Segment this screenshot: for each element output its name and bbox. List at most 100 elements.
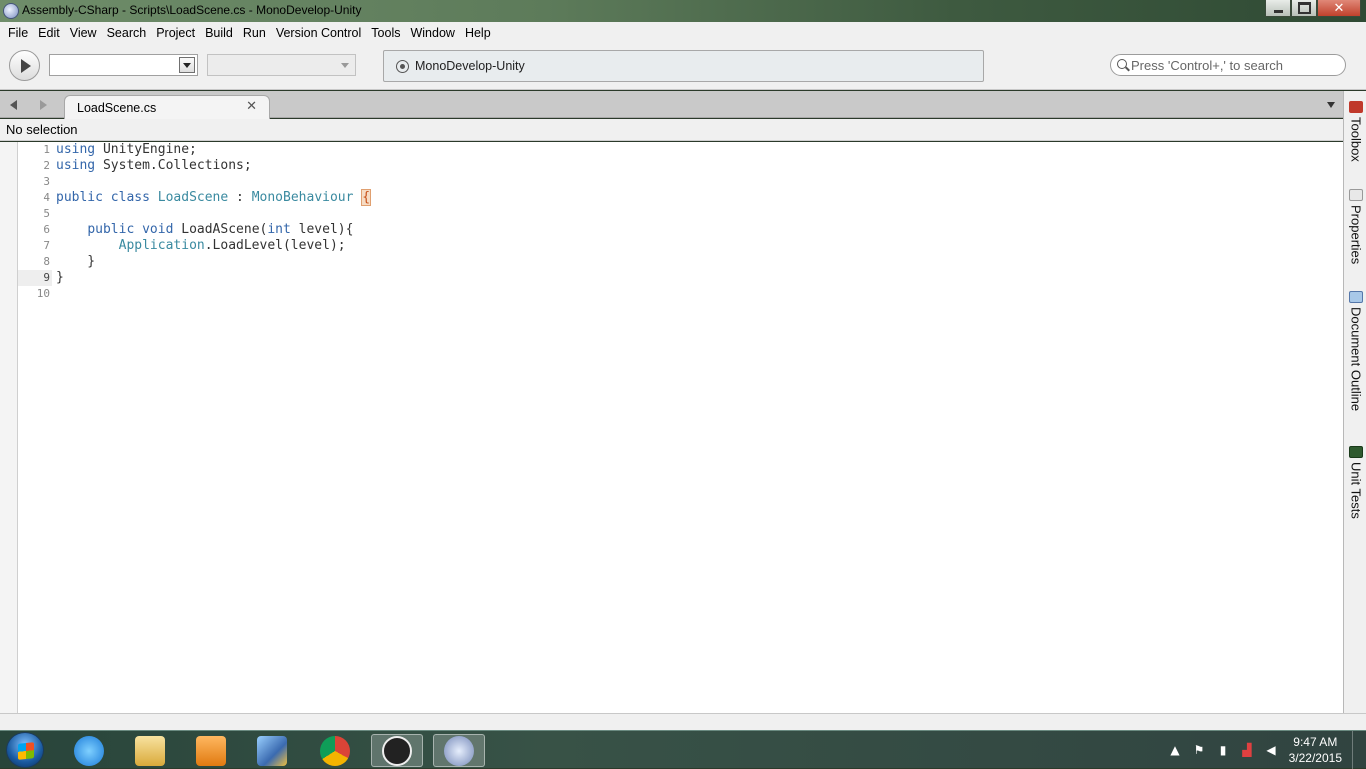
line-number: 9 (18, 270, 52, 286)
code-line[interactable]: using System.Collections; (56, 158, 1343, 174)
status-text: MonoDevelop-Unity (415, 59, 525, 73)
network-icon[interactable]: ▟ (1240, 743, 1254, 757)
paint-tool-icon (257, 735, 287, 766)
pad-label: Document Outline (1348, 307, 1364, 412)
taskbar-internet-explorer[interactable] (63, 734, 115, 767)
document-outline-icon (1349, 291, 1363, 303)
code-line[interactable] (56, 174, 1343, 190)
document-tab-bar: LoadScene.cs ✕ (0, 91, 1343, 119)
code-line[interactable]: Application.LoadLevel(level); (56, 238, 1343, 254)
search-icon (1117, 59, 1127, 69)
menu-window[interactable]: Window (406, 26, 458, 40)
title-bar[interactable]: Assembly-CSharp - Scripts\LoadScene.cs -… (0, 0, 1366, 22)
show-hidden-icons-icon[interactable]: ▲ (1168, 743, 1182, 757)
line-number: 3 (43, 175, 50, 188)
code-line[interactable]: } (56, 254, 1343, 270)
internet-explorer-icon (74, 735, 104, 766)
properties-icon (1349, 189, 1363, 201)
menu-search[interactable]: Search (103, 26, 151, 40)
close-icon[interactable]: ✕ (246, 99, 257, 114)
line-number: 2 (43, 159, 50, 172)
menu-version-control[interactable]: Version Control (272, 26, 365, 40)
unit-tests-icon (1349, 446, 1363, 458)
unity-icon (382, 735, 412, 766)
system-clock[interactable]: 9:47 AM 3/22/2015 (1289, 734, 1342, 766)
minimize-button[interactable] (1265, 0, 1291, 17)
menu-build[interactable]: Build (201, 26, 237, 40)
taskbar-media-player[interactable] (185, 734, 237, 767)
code-text-area[interactable]: using UnityEngine; using System.Collectio… (56, 142, 1343, 302)
chevron-down-icon[interactable] (179, 57, 195, 73)
toolbox-icon (1349, 101, 1363, 113)
navigate-back-icon[interactable] (10, 100, 17, 110)
taskbar-monodevelop[interactable] (433, 734, 485, 767)
action-center-flag-icon[interactable]: ⚑ (1192, 743, 1206, 757)
configuration-select[interactable] (49, 54, 198, 76)
status-ready-icon (396, 60, 409, 73)
system-tray: ▲ ⚑ ▮ ▟ ◀ 9:47 AM 3/22/2015 (1156, 731, 1366, 769)
menu-view[interactable]: View (66, 26, 101, 40)
code-line[interactable]: using UnityEngine; (56, 142, 1343, 158)
editor-margin[interactable] (0, 142, 18, 713)
search-box[interactable] (1110, 54, 1346, 76)
menu-tools[interactable]: Tools (367, 26, 404, 40)
tab-loadscene-cs[interactable]: LoadScene.cs ✕ (64, 95, 270, 119)
code-line[interactable]: public void LoadAScene(int level){ (56, 222, 1343, 238)
breadcrumb[interactable]: No selection (0, 119, 1343, 141)
code-line[interactable]: public class LoadScene : MonoBehaviour { (56, 189, 1343, 206)
search-input[interactable] (1131, 57, 1341, 73)
menu-help[interactable]: Help (461, 26, 495, 40)
tab-label: LoadScene.cs (77, 101, 157, 115)
line-number: 7 (43, 239, 50, 252)
chrome-icon (320, 735, 350, 766)
pad-toolbox[interactable]: Toolbox (1346, 101, 1366, 162)
window-controls: ✕ (1265, 0, 1361, 18)
show-desktop-button[interactable] (1352, 731, 1366, 769)
platform-select[interactable] (207, 54, 356, 76)
line-number-gutter: 1 2 3 4 5 6 7 8 9 10 (18, 142, 52, 302)
pad-properties[interactable]: Properties (1346, 189, 1366, 264)
pad-unit-tests[interactable]: Unit Tests (1346, 446, 1366, 519)
pad-document-outline[interactable]: Document Outline (1346, 291, 1366, 411)
menu-project[interactable]: Project (152, 26, 199, 40)
breadcrumb-text: No selection (6, 122, 78, 137)
line-number: 6 (43, 223, 50, 236)
monodevelop-app-icon[interactable] (3, 3, 19, 19)
navigate-forward-icon[interactable] (40, 100, 47, 110)
pad-label: Unit Tests (1348, 462, 1364, 519)
media-player-icon (196, 735, 226, 766)
run-button[interactable] (9, 50, 40, 81)
taskbar-paint-tool[interactable] (246, 734, 298, 767)
taskbar-unity[interactable] (371, 734, 423, 767)
maximize-button[interactable] (1291, 0, 1317, 17)
line-number: 4 (43, 191, 50, 204)
line-number: 1 (43, 143, 50, 156)
clock-time: 9:47 AM (1293, 735, 1338, 749)
taskbar-chrome[interactable] (309, 734, 361, 767)
clock-date: 3/22/2015 (1288, 751, 1342, 765)
side-pads: Toolbox Properties Document Outline Unit… (1343, 91, 1366, 713)
close-button[interactable]: ✕ (1317, 0, 1361, 17)
chevron-down-icon[interactable] (337, 57, 353, 73)
main-toolbar: MonoDevelop-Unity (0, 44, 1366, 90)
tab-list-dropdown-icon[interactable] (1327, 102, 1335, 108)
menu-file[interactable]: File (4, 26, 32, 40)
line-number: 5 (43, 207, 50, 220)
monodevelop-window: Assembly-CSharp - Scripts\LoadScene.cs -… (0, 0, 1366, 769)
code-line[interactable] (56, 286, 1343, 302)
battery-icon[interactable]: ▮ (1216, 743, 1230, 757)
volume-icon[interactable]: ◀ (1264, 743, 1278, 757)
window-title: Assembly-CSharp - Scripts\LoadScene.cs -… (22, 3, 362, 17)
windows-taskbar: ▲ ⚑ ▮ ▟ ◀ 9:47 AM 3/22/2015 (0, 730, 1366, 769)
menu-edit[interactable]: Edit (34, 26, 64, 40)
monodevelop-icon (444, 735, 474, 766)
code-line[interactable] (56, 206, 1343, 222)
start-button[interactable] (6, 732, 44, 768)
taskbar-file-explorer[interactable] (124, 734, 176, 767)
menu-run[interactable]: Run (239, 26, 270, 40)
code-editor[interactable]: 1 2 3 4 5 6 7 8 9 10 using UnityEngine; u… (0, 142, 1343, 713)
folder-icon (135, 735, 165, 766)
line-number: 10 (36, 287, 50, 300)
code-line[interactable]: } (56, 270, 1343, 286)
pad-label: Toolbox (1348, 117, 1364, 162)
